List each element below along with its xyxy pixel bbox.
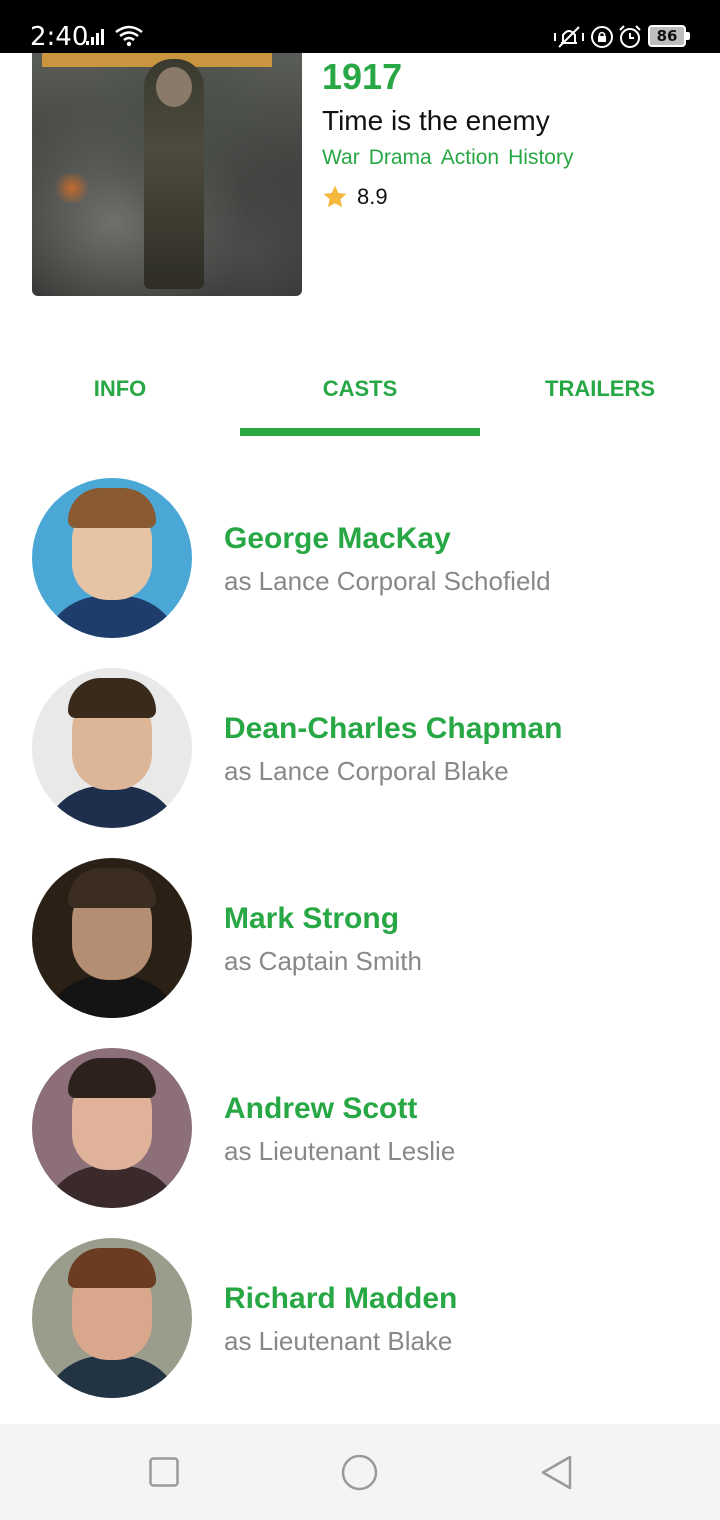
- cast-name: Mark Strong: [224, 902, 400, 935]
- tab-casts[interactable]: CASTS: [240, 376, 480, 402]
- rating: 8.9: [322, 184, 388, 210]
- genre-tag[interactable]: War: [322, 146, 360, 170]
- cast-item[interactable]: Dean-Charles Chapman as Lance Corporal B…: [0, 668, 720, 828]
- cast-item[interactable]: George MacKay as Lance Corporal Schofiel…: [0, 478, 720, 638]
- cast-name: Richard Madden: [224, 1282, 458, 1315]
- battery-indicator: 86: [648, 25, 690, 47]
- signal-icon: [86, 29, 104, 45]
- avatar: [32, 478, 192, 638]
- tab-info[interactable]: INFO: [0, 376, 240, 402]
- movie-poster: [32, 53, 302, 296]
- cast-role: as Lieutenant Blake: [224, 1326, 453, 1356]
- avatar: [32, 1238, 192, 1398]
- cast-item[interactable]: Mark Strong as Captain Smith: [0, 858, 720, 1018]
- genre-tag[interactable]: History: [508, 146, 573, 170]
- cast-name: Dean-Charles Chapman: [224, 712, 563, 745]
- active-tab-indicator: [240, 428, 480, 436]
- home-circle-icon[interactable]: [341, 1454, 378, 1491]
- movie-tagline: Time is the enemy: [322, 105, 550, 136]
- cast-role: as Lance Corporal Blake: [224, 756, 509, 786]
- tab-bar: INFO CASTS TRAILERS: [0, 360, 720, 436]
- genre-tag[interactable]: Action: [441, 146, 499, 170]
- recents-square-icon[interactable]: [149, 1457, 179, 1487]
- back-triangle-icon[interactable]: [539, 1454, 573, 1491]
- cast-role: as Lance Corporal Schofield: [224, 566, 551, 596]
- cast-item[interactable]: Andrew Scott as Lieutenant Leslie: [0, 1048, 720, 1208]
- battery-level: 86: [656, 27, 678, 45]
- system-nav-bar: [0, 1424, 720, 1520]
- avatar: [32, 668, 192, 828]
- status-time: 2:40: [30, 22, 89, 52]
- alarm-icon: [619, 25, 641, 48]
- status-bar: 2:40 86: [0, 0, 720, 53]
- cast-name: George MacKay: [224, 522, 451, 555]
- avatar: [32, 858, 192, 1018]
- tab-trailers[interactable]: TRAILERS: [480, 376, 720, 402]
- genre-list: War Drama Action History: [322, 146, 573, 170]
- cast-role: as Captain Smith: [224, 946, 422, 976]
- wifi-icon: [115, 25, 143, 47]
- avatar: [32, 1048, 192, 1208]
- cast-name: Andrew Scott: [224, 1092, 418, 1125]
- rating-value: 8.9: [357, 184, 388, 209]
- star-icon: [323, 185, 347, 208]
- vibrate-icon: [554, 26, 584, 48]
- rotation-lock-icon: [591, 26, 613, 48]
- movie-title: 1917: [322, 56, 403, 97]
- genre-tag[interactable]: Drama: [369, 146, 432, 170]
- cast-role: as Lieutenant Leslie: [224, 1136, 456, 1166]
- cast-item[interactable]: Richard Madden as Lieutenant Blake: [0, 1238, 720, 1398]
